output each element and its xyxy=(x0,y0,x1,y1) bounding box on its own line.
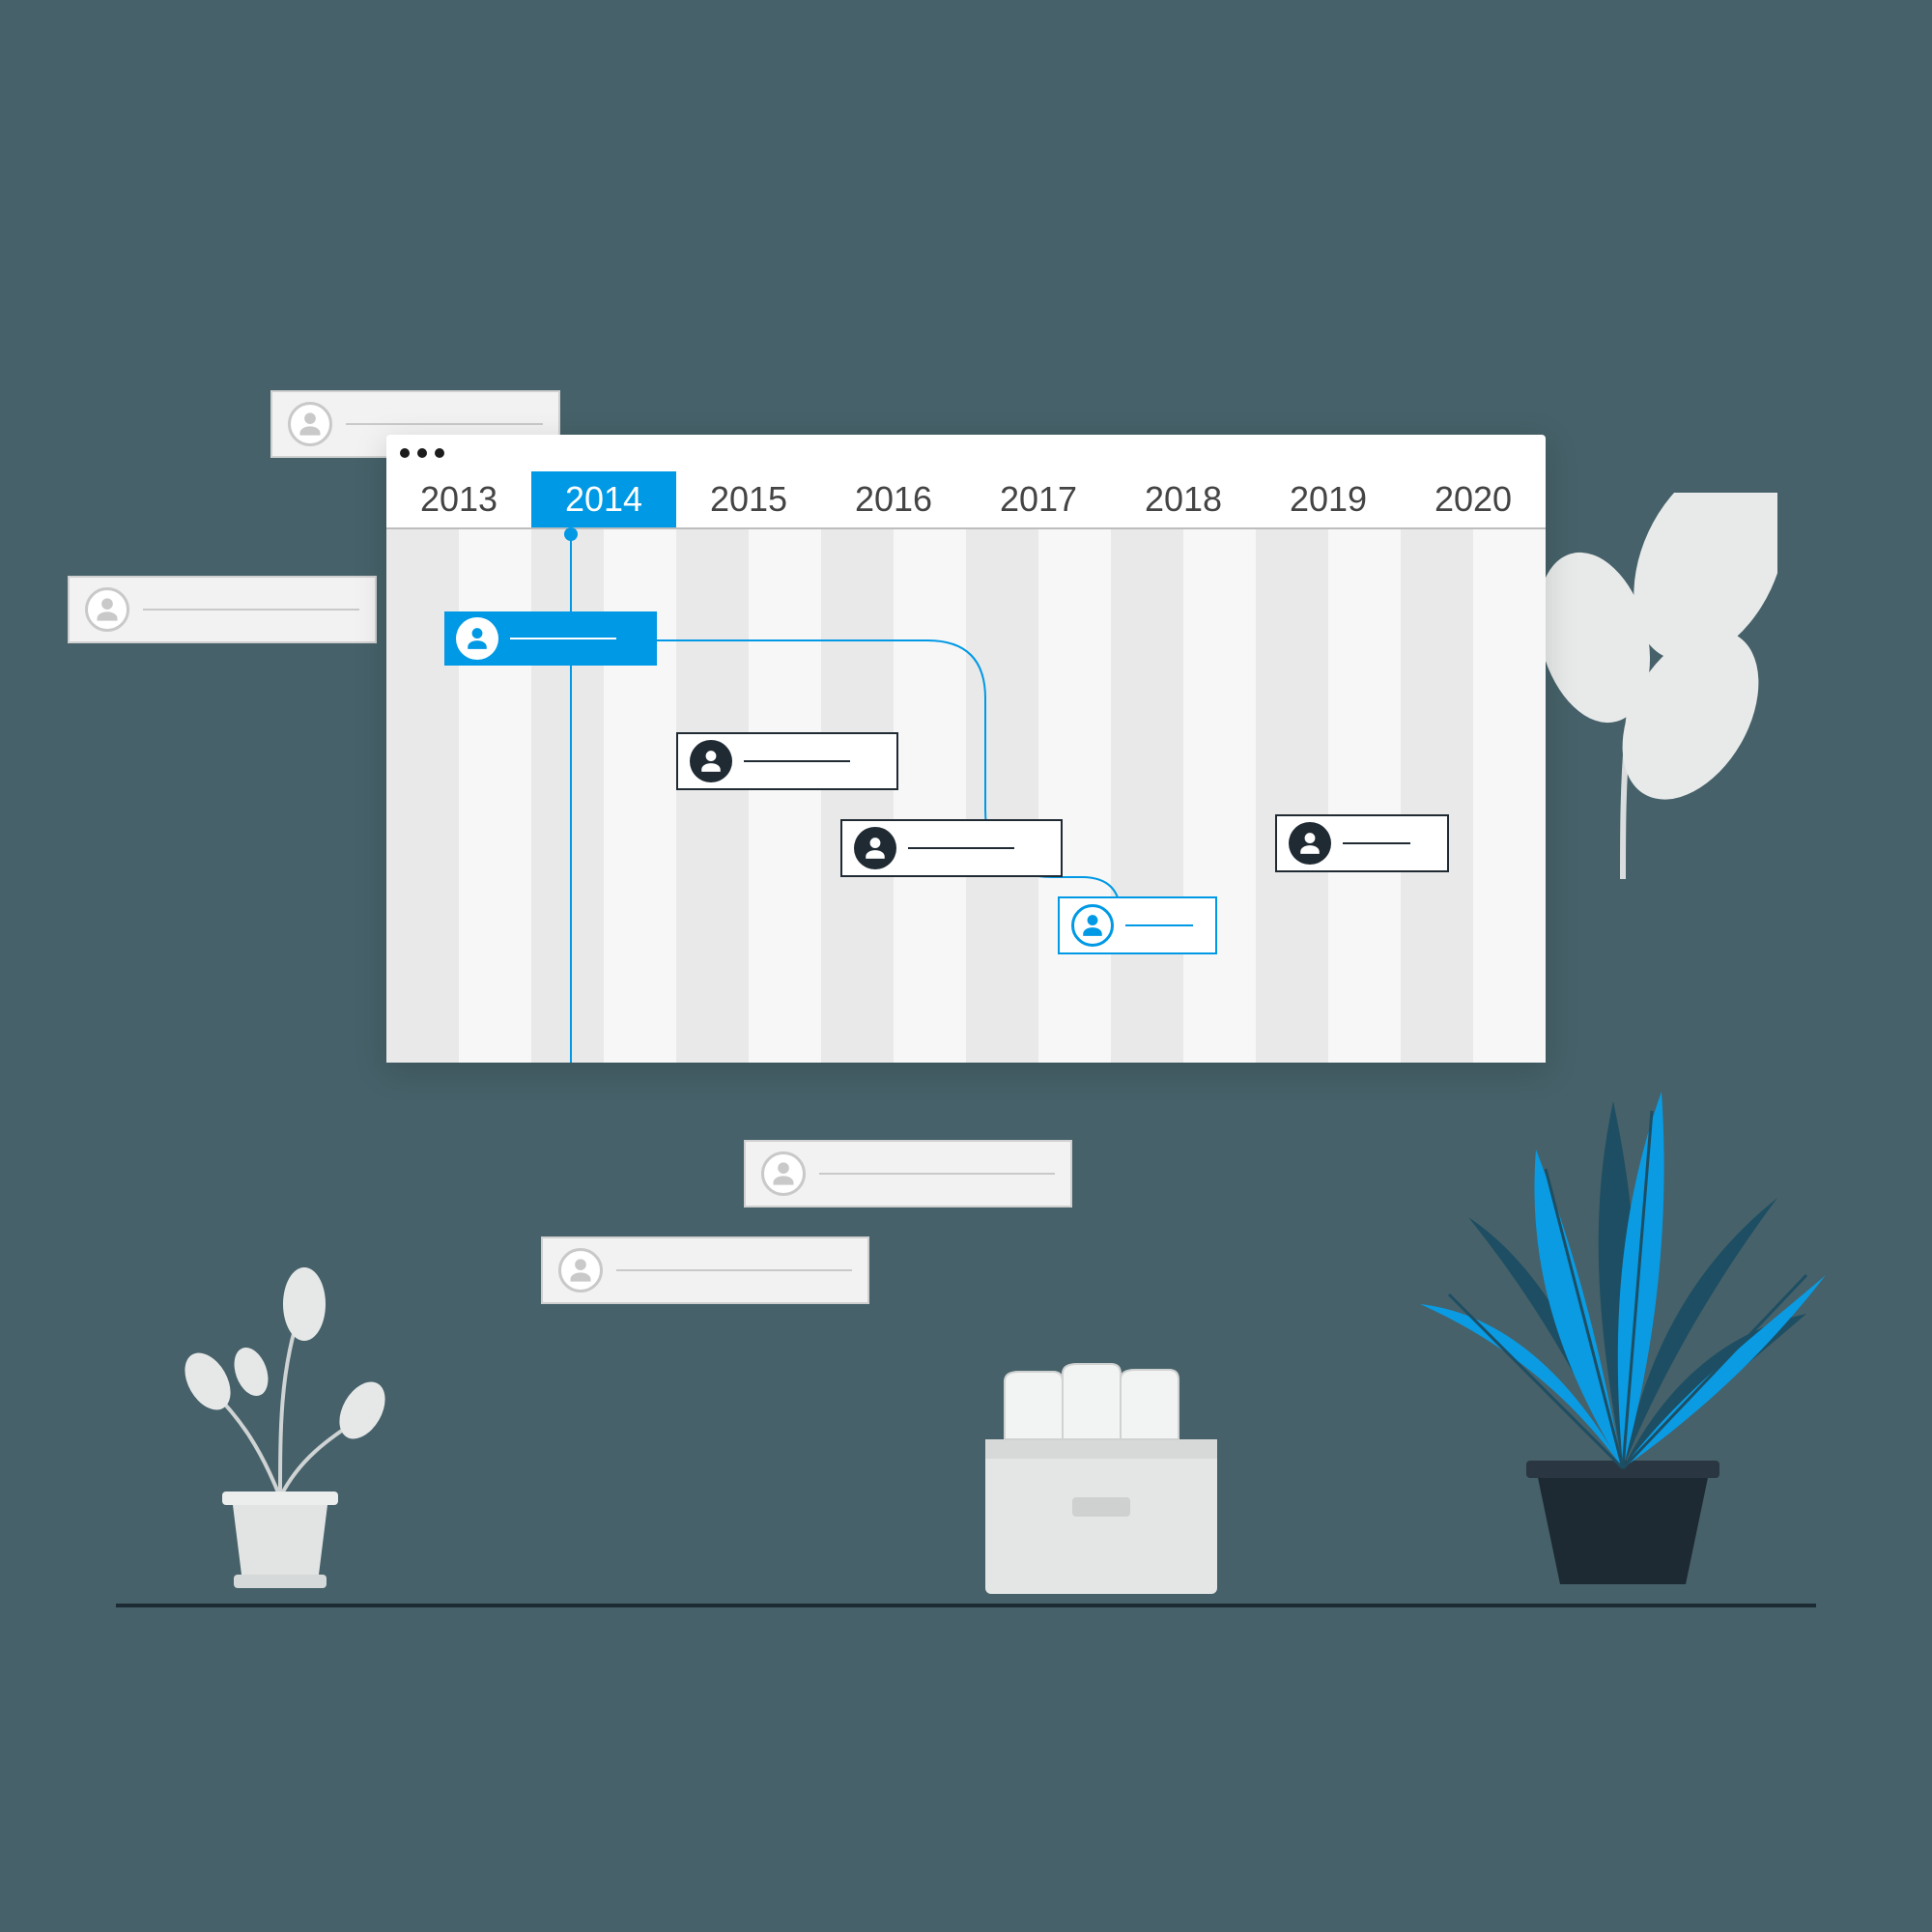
window-titlebar xyxy=(386,435,1546,471)
person-icon xyxy=(761,1151,806,1196)
person-icon xyxy=(854,827,896,869)
person-icon xyxy=(1289,822,1331,865)
window-control-dot[interactable] xyxy=(400,448,410,458)
window-control-dot[interactable] xyxy=(417,448,427,458)
timeline-playhead[interactable] xyxy=(570,529,572,1063)
year-tab-2015[interactable]: 2015 xyxy=(676,471,821,527)
timeline-canvas xyxy=(386,529,1546,1063)
floor-line xyxy=(116,1604,1816,1607)
timeline-entry[interactable] xyxy=(1275,814,1449,872)
year-tab-2016[interactable]: 2016 xyxy=(821,471,966,527)
timeline-entry[interactable] xyxy=(444,611,657,666)
year-tab-2020[interactable]: 2020 xyxy=(1401,471,1546,527)
timeline-entry[interactable] xyxy=(840,819,1063,877)
person-icon xyxy=(456,617,498,660)
person-icon xyxy=(690,740,732,782)
person-icon xyxy=(558,1248,603,1293)
year-tab-bar: 2013 2014 2015 2016 2017 2018 2019 2020 xyxy=(386,471,1546,529)
timeline-window: 2013 2014 2015 2016 2017 2018 2019 2020 xyxy=(386,435,1546,1063)
ghost-card xyxy=(68,576,377,643)
person-icon xyxy=(288,402,332,446)
timeline-entry[interactable] xyxy=(676,732,898,790)
year-tab-2017[interactable]: 2017 xyxy=(966,471,1111,527)
timeline-entry[interactable] xyxy=(1058,896,1217,954)
window-control-dot[interactable] xyxy=(435,448,444,458)
ghost-card xyxy=(541,1236,869,1304)
year-tab-2018[interactable]: 2018 xyxy=(1111,471,1256,527)
file-box-illustration xyxy=(966,1352,1236,1604)
person-icon xyxy=(85,587,129,632)
year-tab-2019[interactable]: 2019 xyxy=(1256,471,1401,527)
year-tab-2013[interactable]: 2013 xyxy=(386,471,531,527)
year-tab-2014[interactable]: 2014 xyxy=(531,471,676,527)
plant-large-illustration xyxy=(1391,985,1835,1604)
ghost-card xyxy=(744,1140,1072,1208)
person-icon xyxy=(1071,904,1114,947)
plant-small-illustration xyxy=(155,1256,406,1604)
